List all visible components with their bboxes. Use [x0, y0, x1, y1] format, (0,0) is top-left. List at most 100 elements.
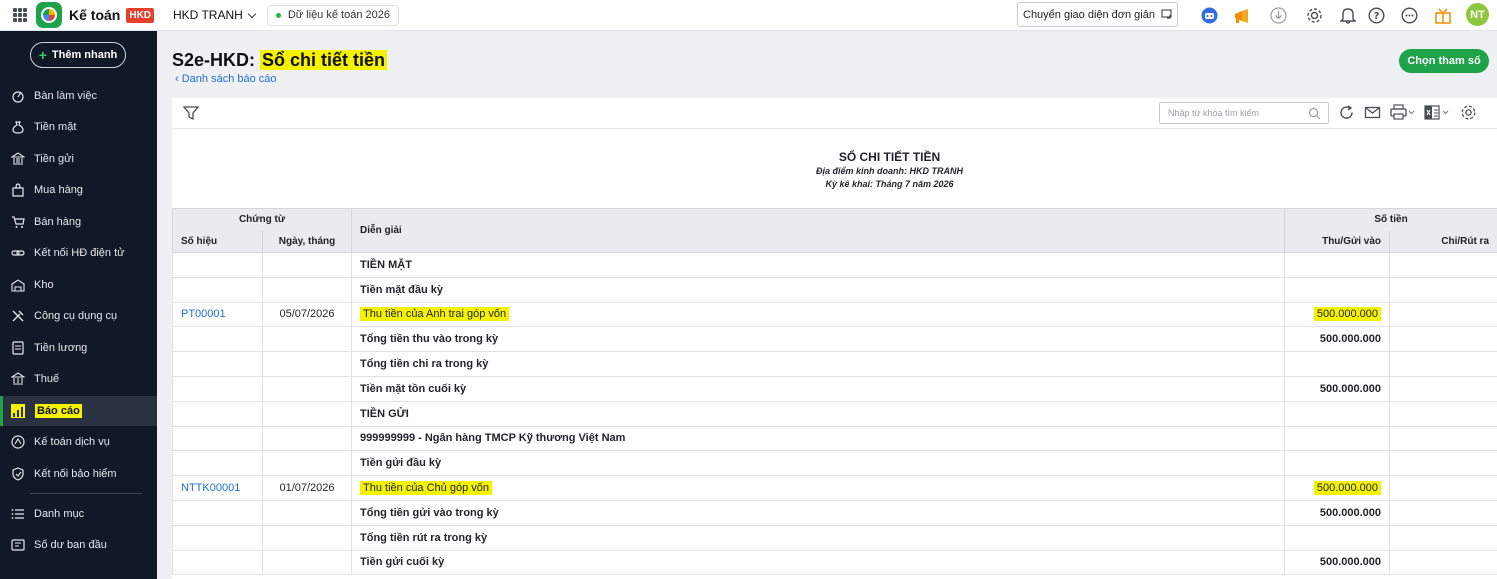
header-out: Chi/Rút ra — [1389, 230, 1497, 253]
sidebar-item-sales[interactable]: Bán hàng — [0, 207, 157, 237]
gear-icon[interactable] — [1305, 6, 1324, 25]
cell-doc-number[interactable] — [172, 376, 263, 402]
cell-doc-number[interactable]: NTTK00001 — [172, 475, 263, 501]
megaphone-icon[interactable] — [1232, 6, 1251, 25]
company-selector[interactable]: HKD TRANH — [173, 8, 257, 22]
refresh-icon[interactable] — [1338, 104, 1355, 121]
sidebar-item-label: Tiền mặt — [34, 121, 77, 133]
switch-ui-button[interactable]: Chuyển giao diện đơn giản — [1017, 2, 1178, 27]
cell-doc-number[interactable] — [172, 252, 263, 278]
sidebar-item-label: Báo cáo — [35, 404, 82, 418]
help-icon[interactable]: ? — [1367, 6, 1386, 25]
apps-grid-icon[interactable] — [13, 8, 27, 22]
cell-doc-number[interactable] — [172, 550, 263, 576]
cell-description-text: Tổng tiền chi ra trong kỳ — [360, 358, 489, 371]
cell-amount-in — [1284, 277, 1391, 303]
table-row[interactable]: Tổng tiền rút ra trong kỳ — [172, 525, 1497, 551]
cell-description: TIỀN GỬI — [351, 401, 1286, 427]
email-icon[interactable] — [1364, 104, 1381, 121]
sidebar-item-label: Số dư ban đầu — [34, 539, 107, 551]
table-row[interactable]: Tiền gửi đầu kỳ — [172, 450, 1497, 477]
search-input[interactable]: Nhập từ khóa tìm kiếm — [1159, 102, 1329, 124]
table-row[interactable]: Tổng tiền gửi vào trong kỳ 500.000.000 — [172, 500, 1497, 526]
bot-icon[interactable] — [1200, 6, 1219, 25]
cell-doc-number[interactable] — [172, 500, 263, 526]
table-row[interactable]: Tiền mặt đầu kỳ — [172, 277, 1497, 303]
payroll-icon — [12, 341, 24, 355]
cell-amount-out — [1389, 475, 1497, 501]
sidebar-item-label: Tiền gửi — [34, 153, 74, 165]
cell-amount-out — [1389, 450, 1497, 477]
balance-icon — [11, 539, 25, 551]
quick-add-label: Thêm nhanh — [51, 49, 118, 61]
gift-icon[interactable] — [1433, 6, 1452, 25]
table-row[interactable]: Tiền gửi cuối kỳ 500.000.000 — [172, 550, 1497, 576]
cell-description: Tiền mặt đầu kỳ — [351, 277, 1286, 303]
table-row[interactable]: Tổng tiền chi ra trong kỳ — [172, 351, 1497, 377]
sidebar-item-cash[interactable]: Tiền mặt — [0, 112, 157, 142]
sidebar-item-opening-balance[interactable]: Số dư ban đầu — [0, 530, 157, 560]
download-icon[interactable] — [1269, 6, 1288, 25]
sidebar-item-catalog[interactable]: Danh mục — [0, 499, 157, 529]
quick-add-button[interactable]: + Thêm nhanh — [30, 42, 126, 68]
warehouse-icon — [11, 279, 25, 292]
settings-icon[interactable] — [1460, 104, 1477, 121]
sidebar-item-tools[interactable]: Công cụ dụng cụ — [0, 301, 157, 331]
cell-description: Tiền gửi đầu kỳ — [351, 450, 1286, 477]
cell-doc-number[interactable] — [172, 426, 263, 452]
sidebar-item-purchase[interactable]: Mua hàng — [0, 175, 157, 205]
cell-description-text: Tổng tiền gửi vào trong kỳ — [360, 506, 499, 519]
page-title: S2e-HKD: Sổ chi tiết tiền — [172, 50, 388, 71]
search-placeholder: Nhập từ khóa tìm kiếm — [1168, 108, 1260, 118]
more-icon[interactable] — [1400, 6, 1419, 25]
choose-params-button[interactable]: Chọn tham số — [1399, 49, 1489, 73]
cell-doc-number[interactable] — [172, 351, 263, 377]
accounting-data-pill[interactable]: Dữ liệu kế toán 2026 — [266, 4, 399, 26]
shopping-bag-icon — [12, 183, 24, 197]
list-icon — [11, 509, 24, 519]
sidebar-item-einvoice[interactable]: Kết nối HĐ điện tử — [0, 238, 157, 268]
cell-doc-number[interactable] — [172, 326, 263, 353]
cell-doc-number[interactable] — [172, 401, 263, 427]
print-icon[interactable] — [1390, 104, 1416, 121]
header-voucher: Chứng từ — [171, 208, 353, 231]
cell-amount-in-text: 500.000.000 — [1319, 382, 1382, 395]
sidebar-item-tax[interactable]: Thuế — [0, 364, 157, 394]
status-dot — [275, 12, 281, 18]
header-amount: Số tiền — [1284, 208, 1497, 231]
table-row[interactable]: Tiền mặt tồn cuối kỳ 500.000.000 — [172, 376, 1497, 402]
cell-doc-number[interactable] — [172, 277, 263, 303]
cell-doc-number[interactable] — [172, 450, 263, 477]
table-row[interactable]: Tổng tiền thu vào trong kỳ 500.000.000 — [172, 326, 1497, 353]
sidebar-item-payroll[interactable]: Tiền lương — [0, 333, 157, 363]
sidebar-item-warehouse[interactable]: Kho — [0, 270, 157, 300]
table-row[interactable]: TIỀN MẶT — [172, 252, 1497, 278]
sidebar-item-label: Mua hàng — [34, 184, 83, 196]
table-row[interactable]: TIỀN GỬI — [172, 401, 1497, 427]
cell-amount-in — [1284, 450, 1391, 477]
sidebar-item-dashboard[interactable]: Bàn làm việc — [0, 81, 157, 111]
cell-date: 05/07/2026 — [262, 302, 353, 328]
bell-icon[interactable] — [1338, 6, 1357, 25]
sidebar-item-deposit[interactable]: Tiền gửi — [0, 144, 157, 174]
filter-icon[interactable] — [183, 105, 199, 121]
sidebar-item-accounting-service[interactable]: Kế toán dịch vụ — [0, 427, 157, 457]
plus-icon: + — [38, 47, 47, 63]
cell-description-text: Tiền mặt đầu kỳ — [360, 283, 443, 296]
app-logo[interactable] — [36, 2, 62, 28]
sidebar-item-reports[interactable]: Báo cáo — [0, 396, 157, 426]
cell-doc-number[interactable] — [172, 525, 263, 551]
header-date: Ngày, tháng — [261, 230, 353, 253]
table-row[interactable]: NTTK00001 01/07/2026 Thu tiền của Chủ góp … — [172, 475, 1497, 501]
cell-description: Tổng tiền rút ra trong kỳ — [351, 525, 1286, 551]
user-avatar[interactable]: NT — [1466, 3, 1489, 26]
table-row[interactable]: 999999999 - Ngân hàng TMCP Kỹ thương Việ… — [172, 426, 1497, 452]
excel-export-icon[interactable] — [1424, 104, 1452, 121]
sidebar-item-insurance[interactable]: Kết nối bảo hiểm — [0, 459, 157, 489]
table-row[interactable]: PT00001 05/07/2026 Thu tiền của Anh trai g… — [172, 302, 1497, 328]
cell-doc-number[interactable]: PT00001 — [172, 302, 263, 328]
cell-amount-out — [1389, 376, 1497, 402]
cell-description: Tiền mặt tồn cuối kỳ — [351, 376, 1286, 402]
back-to-report-list-link[interactable]: ‹ Danh sách báo cáo — [175, 73, 277, 85]
cell-date — [262, 500, 353, 526]
